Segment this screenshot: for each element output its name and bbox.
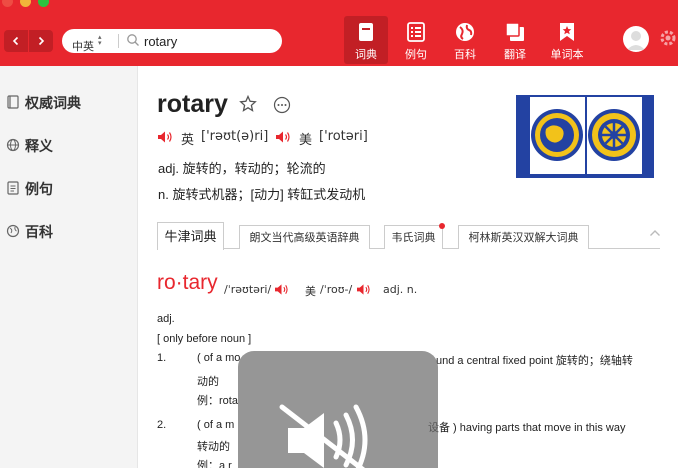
tab-dictionary[interactable]: 词典 bbox=[344, 16, 388, 64]
tab-label: 韦氏词典 bbox=[391, 232, 436, 244]
sense-text: ( of a mo bbox=[197, 352, 241, 364]
uk-label: 英 bbox=[181, 132, 195, 147]
sense-text: ( of a m bbox=[197, 419, 235, 431]
sidebar-item-label: 释义 bbox=[25, 138, 53, 154]
language-selector[interactable]: 中英 bbox=[72, 38, 94, 54]
example-text: 例：rota bbox=[197, 395, 238, 407]
search-divider bbox=[118, 34, 119, 48]
speaker-icon[interactable] bbox=[274, 283, 289, 296]
star-icon[interactable] bbox=[239, 95, 257, 113]
speaker-icon[interactable] bbox=[356, 283, 371, 296]
us-pronunciation: ['rotəri] bbox=[319, 129, 368, 144]
sense-number: 1. bbox=[157, 352, 167, 364]
tab-encyclopedia[interactable]: 百科 bbox=[443, 16, 487, 64]
sense-text: 设备 ) having parts that move in this way bbox=[428, 422, 626, 434]
sidebar: 权威词典 释义 例句 百科 bbox=[0, 66, 138, 468]
window-close-button[interactable] bbox=[2, 0, 13, 7]
dictionary-tabs: 牛津词典 朗文当代高级英语辞典 韦氏词典 柯林斯英汉双解大词典 bbox=[157, 222, 660, 250]
book-icon bbox=[7, 95, 19, 109]
headword: rotary bbox=[157, 90, 228, 118]
dictionary-icon bbox=[359, 23, 373, 41]
back-button[interactable] bbox=[4, 30, 28, 52]
more-icon[interactable] bbox=[273, 96, 291, 114]
oxford-pos: adj. n. bbox=[383, 283, 418, 296]
volume-muted-overlay bbox=[238, 351, 438, 468]
tab-label: 翻译 bbox=[504, 49, 526, 61]
oxford-us-pronunciation: /ˈroʊ-/ bbox=[320, 283, 353, 296]
app-header: 中英 ▴▾ 词典 例句 百科 翻译 单词本 bbox=[0, 0, 678, 66]
tab-translate[interactable]: 翻译 bbox=[493, 16, 537, 64]
tab-examples[interactable]: 例句 bbox=[394, 16, 438, 64]
speaker-icon[interactable] bbox=[275, 130, 291, 144]
example-text: 例：a r bbox=[197, 460, 232, 468]
search-box: 中英 ▴ ▾ bbox=[62, 29, 282, 53]
list-icon bbox=[407, 22, 425, 42]
sidebar-item-label: 例句 bbox=[25, 181, 53, 197]
pos-line: adj. bbox=[157, 313, 175, 325]
definition-noun: n. 旋转式机器；[动力] 转缸式发动机 bbox=[158, 187, 366, 202]
sense-text: 动的 bbox=[197, 376, 219, 388]
rotary-logo-image bbox=[516, 95, 654, 178]
speaker-muted-icon bbox=[279, 404, 368, 468]
oxford-uk-pronunciation: /ˈrəʊtəri/ bbox=[224, 283, 272, 296]
uk-pronunciation: ['rəʊt(ə)ri] bbox=[201, 129, 269, 144]
wordbook-icon bbox=[560, 23, 574, 41]
oxford-headword: ro·tary bbox=[157, 271, 218, 294]
definition-adj: adj. 旋转的，转动的；轮流的 bbox=[158, 161, 326, 176]
sense-number: 2. bbox=[157, 419, 167, 431]
chevron-up-icon[interactable] bbox=[649, 228, 661, 238]
tab-label: 词典 bbox=[355, 49, 377, 61]
search-input[interactable] bbox=[144, 33, 274, 49]
speaker-icon[interactable] bbox=[157, 130, 173, 144]
chevron-right-icon bbox=[38, 36, 45, 46]
avatar[interactable] bbox=[623, 26, 649, 52]
caret-icon: ▴ ▾ bbox=[98, 34, 102, 47]
tab-label: 例句 bbox=[405, 49, 427, 61]
window-minimize-button[interactable] bbox=[20, 0, 31, 7]
translate-icon bbox=[505, 22, 524, 41]
encyclopedia-icon bbox=[6, 224, 20, 238]
tab-collins[interactable]: 柯林斯英汉双解大词典 bbox=[458, 225, 589, 249]
search-icon bbox=[127, 34, 139, 46]
globe-icon bbox=[456, 23, 474, 41]
document-icon bbox=[7, 181, 19, 195]
tab-label: 单词本 bbox=[550, 49, 584, 61]
us-label: 美 bbox=[299, 132, 313, 147]
tab-longman[interactable]: 朗文当代高级英语辞典 bbox=[239, 225, 370, 249]
tab-label: 百科 bbox=[454, 49, 476, 61]
sense-text: und a central fixed point 旋转的；绕轴转 bbox=[436, 355, 633, 367]
tab-wordbook[interactable]: 单词本 bbox=[544, 16, 590, 64]
user-icon bbox=[627, 31, 645, 50]
grammar-note: [ only before noun ] bbox=[157, 333, 252, 345]
oxford-us-label: 美 bbox=[305, 285, 316, 298]
window-zoom-button[interactable] bbox=[38, 0, 49, 7]
tab-oxford[interactable]: 牛津词典 bbox=[157, 222, 224, 250]
sense-text: 转动的 bbox=[197, 441, 230, 453]
globe-icon bbox=[6, 138, 20, 152]
new-badge bbox=[439, 223, 445, 229]
forward-button[interactable] bbox=[29, 30, 53, 52]
chevron-left-icon bbox=[12, 36, 19, 46]
sidebar-item-label: 百科 bbox=[25, 224, 53, 240]
gear-icon[interactable] bbox=[658, 28, 678, 48]
tab-webster[interactable]: 韦氏词典 bbox=[384, 223, 445, 249]
sidebar-item-label: 权威词典 bbox=[25, 95, 81, 111]
